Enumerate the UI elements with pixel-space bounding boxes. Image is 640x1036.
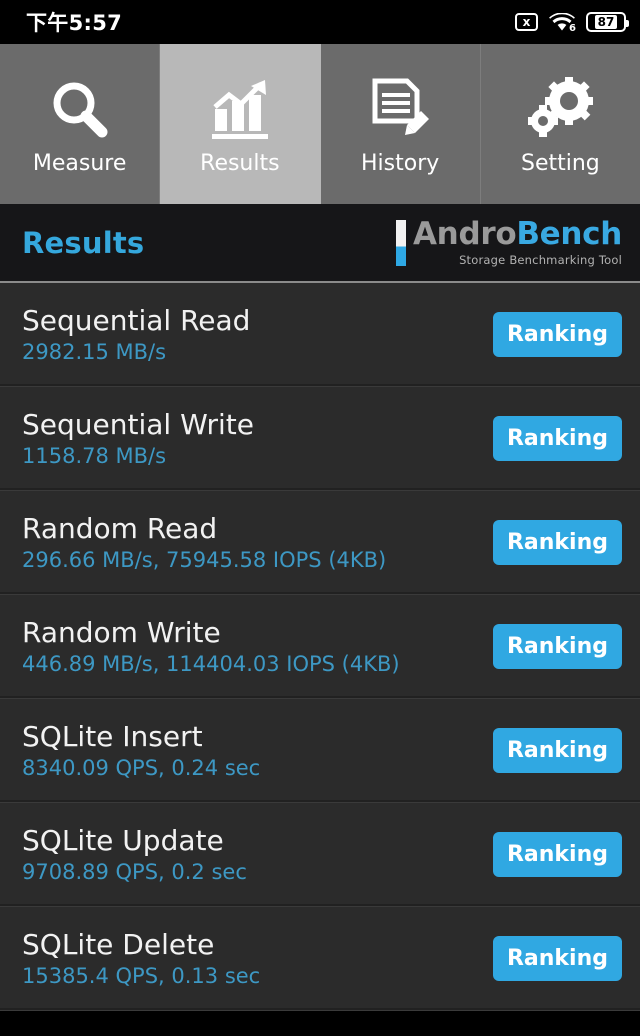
battery-level-label: 87 (594, 15, 618, 29)
app-header: Results AndroBench Storage Benchmarking … (0, 204, 640, 283)
ranking-button[interactable]: Ranking (492, 728, 622, 773)
logo-wordmark: AndroBench (412, 215, 622, 252)
row-title: Random Read (22, 511, 218, 545)
tab-results-label: Results (200, 150, 280, 176)
status-bar: 下午5:57 x 6 87 (0, 0, 640, 44)
page-title: Results (22, 225, 145, 260)
no-sim-icon: x (515, 13, 538, 31)
row-text: SQLite Update 9708.89 QPS, 0.2 sec (22, 823, 247, 885)
ranking-button[interactable]: Ranking (492, 832, 622, 877)
tab-setting-label: Setting (520, 150, 600, 176)
row-value: 8340.09 QPS, 0.24 sec (22, 756, 261, 781)
table-row[interactable]: Random Read 296.66 MB/s, 75945.58 IOPS (… (0, 491, 640, 595)
magnifier-icon (47, 73, 113, 147)
ranking-button[interactable]: Ranking (492, 520, 622, 565)
table-row[interactable]: SQLite Insert 8340.09 QPS, 0.24 sec Rank… (0, 699, 640, 803)
document-pencil-icon (367, 73, 433, 147)
ranking-button[interactable]: Ranking (492, 624, 622, 669)
battery-icon: 87 (586, 12, 629, 32)
row-text: SQLite Insert 8340.09 QPS, 0.24 sec (22, 719, 261, 781)
ranking-button[interactable]: Ranking (492, 416, 622, 461)
row-value: 446.89 MB/s, 114404.03 IOPS (4KB) (22, 652, 400, 677)
bar-chart-arrow-icon (207, 73, 273, 147)
logo-andro-part: Andro (412, 215, 517, 252)
tab-bar: Measure Results History Setting (0, 44, 640, 204)
row-text: Sequential Write 1158.78 MB/s (22, 407, 255, 469)
table-row[interactable]: Sequential Read 2982.15 MB/s Ranking (0, 283, 640, 387)
row-title: SQLite Update (22, 823, 224, 857)
logo-text: AndroBench Storage Benchmarking Tool (412, 215, 622, 267)
row-value: 15385.4 QPS, 0.13 sec (22, 964, 261, 989)
table-row[interactable]: Sequential Write 1158.78 MB/s Ranking (0, 387, 640, 491)
row-text: Random Write 446.89 MB/s, 114404.03 IOPS… (22, 615, 400, 677)
row-title: SQLite Delete (22, 927, 215, 961)
androbench-logo: AndroBench Storage Benchmarking Tool (395, 215, 622, 267)
tab-history-label: History (360, 150, 440, 176)
table-row[interactable]: SQLite Update 9708.89 QPS, 0.2 sec Ranki… (0, 803, 640, 907)
tab-measure[interactable]: Measure (0, 44, 161, 204)
ranking-button[interactable]: Ranking (492, 936, 622, 981)
table-row[interactable]: Random Write 446.89 MB/s, 114404.03 IOPS… (0, 595, 640, 699)
wifi-generation-label: 6 (569, 23, 576, 34)
results-list: Sequential Read 2982.15 MB/s Ranking Seq… (0, 283, 640, 1011)
row-value: 1158.78 MB/s (22, 444, 167, 469)
tab-measure-label: Measure (32, 150, 127, 176)
gears-icon (527, 73, 594, 147)
tab-setting[interactable]: Setting (480, 44, 640, 204)
logo-bench-part: Bench (516, 215, 622, 252)
logo-bar-icon (395, 219, 406, 266)
row-text: SQLite Delete 15385.4 QPS, 0.13 sec (22, 927, 261, 989)
row-value: 296.66 MB/s, 75945.58 IOPS (4KB) (22, 548, 387, 573)
row-value: 9708.89 QPS, 0.2 sec (22, 860, 247, 885)
tab-history[interactable]: History (320, 44, 481, 204)
row-title: SQLite Insert (22, 719, 203, 753)
table-row[interactable]: SQLite Delete 15385.4 QPS, 0.13 sec Rank… (0, 907, 640, 1011)
row-text: Random Read 296.66 MB/s, 75945.58 IOPS (… (22, 511, 387, 573)
status-icon-group: x 6 87 (515, 12, 629, 34)
row-title: Sequential Read (22, 303, 251, 337)
status-time: 下午5:57 (26, 11, 123, 35)
row-title: Sequential Write (22, 407, 255, 441)
tab-results[interactable]: Results (160, 44, 321, 204)
logo-tagline: Storage Benchmarking Tool (459, 252, 622, 267)
row-title: Random Write (22, 615, 221, 649)
row-text: Sequential Read 2982.15 MB/s (22, 303, 251, 365)
row-value: 2982.15 MB/s (22, 340, 167, 365)
ranking-button[interactable]: Ranking (492, 312, 622, 357)
wifi-icon: 6 (549, 12, 576, 34)
